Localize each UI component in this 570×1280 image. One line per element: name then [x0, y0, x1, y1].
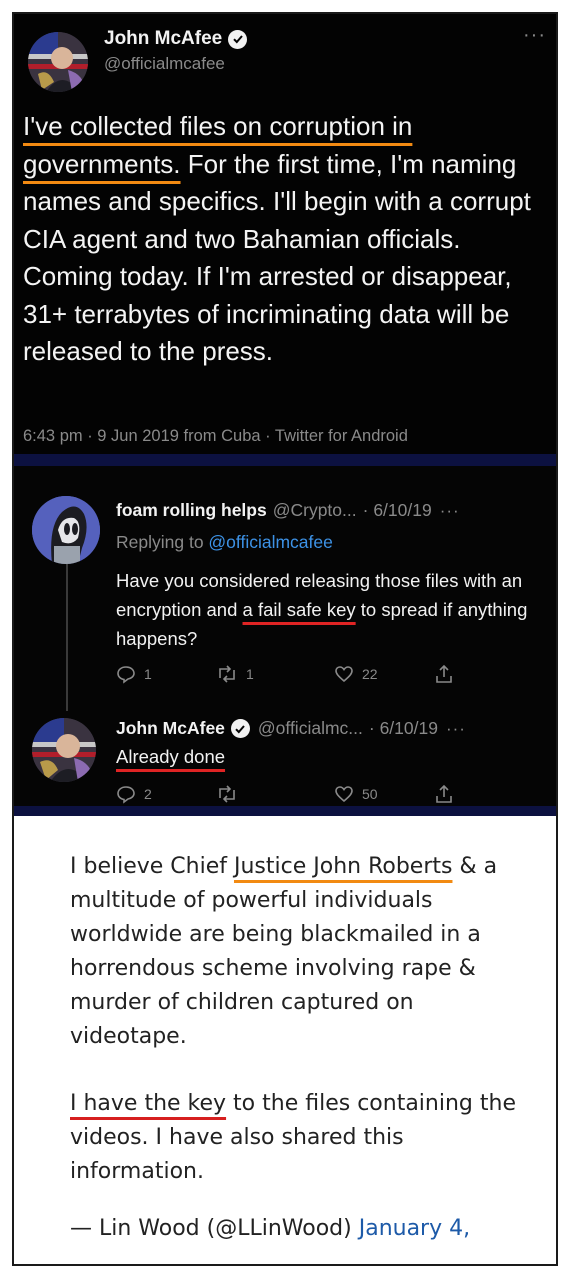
- highlighted-phrase: a fail safe key: [242, 599, 356, 620]
- signature-date-link[interactable]: January 4,: [359, 1216, 470, 1241]
- reply-header: foam rolling helps @Crypto... · 6/10/19 …: [116, 500, 546, 521]
- reply-count: 1: [144, 666, 152, 682]
- more-options-icon[interactable]: ···: [440, 501, 460, 521]
- retweet-button[interactable]: 1: [216, 664, 334, 684]
- reply-count: 2: [144, 786, 152, 802]
- retweet-icon: [219, 785, 235, 803]
- reply-text: Already done: [116, 746, 225, 768]
- like-count: 50: [362, 786, 378, 802]
- reply-button[interactable]: 2: [116, 784, 216, 804]
- avatar-image: [32, 496, 100, 564]
- quote-text-after: & a multitude of powerful individuals wo…: [70, 854, 498, 1049]
- author-name-text[interactable]: John McAfee: [104, 28, 222, 50]
- main-tweet: John McAfee @officialmcafee ··· I've col…: [14, 14, 556, 454]
- share-button[interactable]: [434, 784, 454, 804]
- verified-badge-icon: [228, 29, 248, 49]
- like-count: 22: [362, 666, 378, 682]
- tweet-text: I've collected files on corruption in go…: [23, 108, 553, 371]
- author-name[interactable]: John McAfee: [104, 28, 248, 50]
- avatar-image: [32, 718, 96, 782]
- meme-frame: John McAfee @officialmcafee ··· I've col…: [12, 12, 558, 1266]
- reply-author-name[interactable]: John McAfee: [116, 718, 225, 739]
- reply-author-handle[interactable]: @officialmc...: [258, 718, 363, 739]
- quote-text: I believe Chief Justice John Roberts & a…: [70, 850, 520, 1189]
- thread-connector-line: [66, 556, 68, 711]
- avatar-image: [28, 32, 88, 92]
- more-options-icon[interactable]: ···: [446, 719, 466, 739]
- retweet-count: 1: [246, 666, 254, 682]
- quote-text-before: I believe Chief: [70, 854, 234, 879]
- divider-band: [14, 454, 556, 466]
- reply-icon: [117, 786, 135, 804]
- avatar[interactable]: [32, 718, 96, 782]
- retweet-icon: [219, 665, 235, 683]
- reply-button[interactable]: 1: [116, 664, 216, 684]
- like-button[interactable]: 50: [334, 784, 434, 804]
- reply-date[interactable]: · 6/10/19: [369, 718, 438, 739]
- divider-band: [14, 806, 556, 816]
- signature-author: — Lin Wood (@LLinWood): [70, 1216, 359, 1241]
- heart-icon: [335, 666, 353, 683]
- reply-date[interactable]: · 6/10/19: [363, 500, 432, 521]
- share-button[interactable]: [434, 664, 454, 684]
- reply-text: Have you considered releasing those file…: [116, 566, 546, 653]
- highlighted-phrase: I have the key: [70, 1091, 227, 1116]
- replying-to: Replying to @officialmcafee: [116, 532, 333, 553]
- replying-to-label: Replying to: [116, 532, 209, 552]
- tweet-actions: 1 1 22: [116, 664, 476, 684]
- retweet-button[interactable]: [216, 784, 334, 804]
- verified-badge-icon: [230, 719, 250, 738]
- reply-header: John McAfee @officialmc... · 6/10/19 ···: [116, 718, 546, 739]
- reply-thread: foam rolling helps @Crypto... · 6/10/19 …: [14, 466, 556, 806]
- avatar[interactable]: [32, 496, 100, 564]
- replying-to-mention[interactable]: @officialmcafee: [208, 532, 332, 552]
- author-handle[interactable]: @officialmcafee: [104, 54, 225, 74]
- quote-paragraph: I believe Chief Justice John Roberts & a…: [70, 850, 520, 1054]
- tweet-actions: 2 50: [116, 784, 476, 804]
- highlighted-phrase: Already done: [116, 746, 226, 767]
- reply-icon: [117, 666, 135, 684]
- tweet-text-rest: For the first time, I'm naming names and…: [23, 148, 531, 367]
- quote-paragraph: I have the key to the files containing t…: [70, 1087, 520, 1189]
- like-button[interactable]: 22: [334, 664, 434, 684]
- share-icon: [436, 664, 452, 683]
- highlighted-phrase: Justice John Roberts: [233, 854, 453, 879]
- quoted-statement: I believe Chief Justice John Roberts & a…: [14, 816, 556, 1264]
- avatar[interactable]: [28, 32, 88, 92]
- share-icon: [436, 784, 452, 803]
- reply-author-name[interactable]: foam rolling helps: [116, 500, 267, 521]
- heart-icon: [335, 786, 353, 803]
- tweet-timestamp[interactable]: 6:43 pm · 9 Jun 2019 from Cuba · Twitter…: [23, 427, 408, 446]
- more-options-icon[interactable]: ···: [523, 24, 546, 47]
- quote-signature: — Lin Wood (@LLinWood) January 4,: [70, 1216, 470, 1241]
- reply-author-handle[interactable]: @Crypto...: [273, 500, 357, 521]
